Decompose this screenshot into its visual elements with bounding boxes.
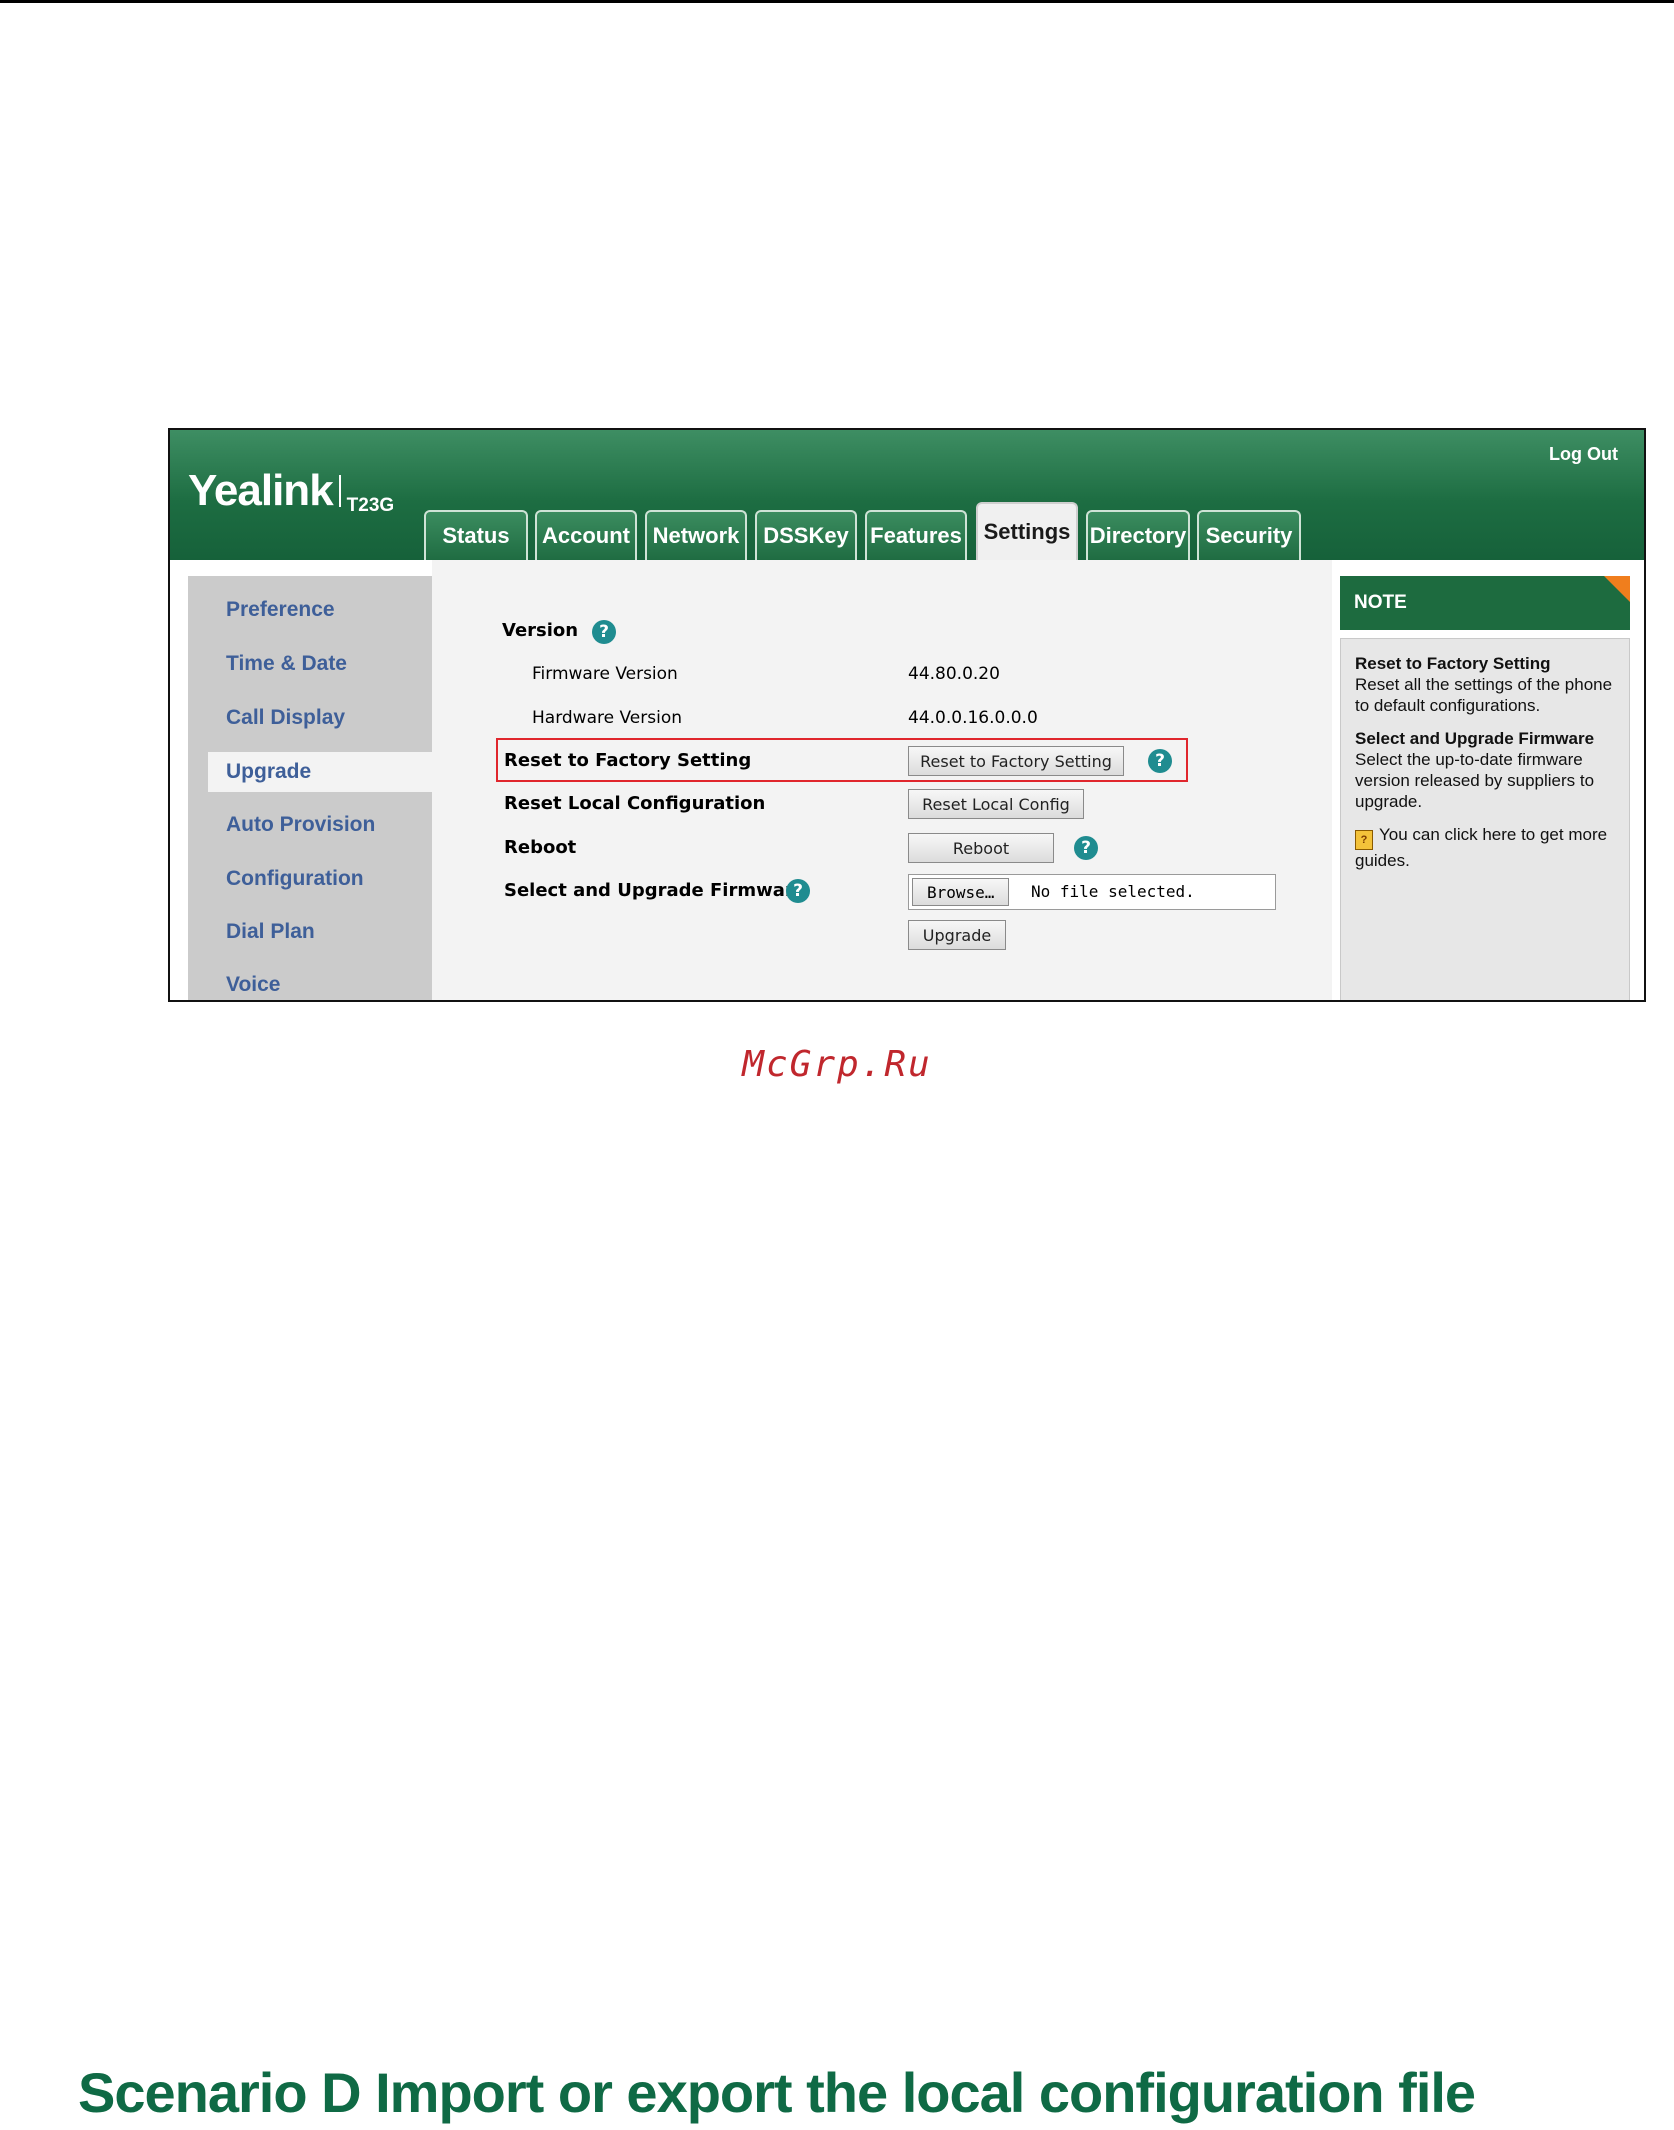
body-area: Preference Time & Date Call Display Upgr…	[170, 560, 1644, 1000]
note-reset-title: Reset to Factory Setting	[1355, 654, 1551, 673]
version-help-icon[interactable]: ?	[592, 620, 616, 644]
note-panel: NOTE Reset to Factory Setting Reset all …	[1340, 576, 1630, 1000]
reset-factory-help-icon[interactable]: ?	[1148, 749, 1172, 773]
guide-book-icon: ?	[1355, 830, 1373, 850]
top-rule	[0, 0, 1674, 3]
sidebar-item-dial-plan[interactable]: Dial Plan	[188, 912, 438, 952]
header-bar: Yealink T23G Log Out Status Account Netwo…	[170, 430, 1644, 560]
sidebar-item-configuration[interactable]: Configuration	[188, 859, 438, 899]
page-heading: Scenario D Import or export the local co…	[78, 2061, 1476, 2124]
logo-text: Yealink	[188, 466, 334, 515]
note-upgrade-title: Select and Upgrade Firmware	[1355, 729, 1595, 748]
yealink-logo: Yealink T23G	[188, 466, 394, 517]
logo-separator	[338, 475, 341, 507]
note-body: Reset to Factory Setting Reset all the s…	[1340, 638, 1630, 1000]
upgrade-button[interactable]: Upgrade	[908, 920, 1006, 950]
note-corner-flag	[1604, 576, 1630, 602]
browse-button[interactable]: Browse…	[912, 878, 1010, 906]
hardware-version-label: Hardware Version	[532, 708, 682, 728]
reset-factory-button[interactable]: Reset to Factory Setting	[908, 746, 1124, 776]
web-ui-screenshot: Yealink T23G Log Out Status Account Netwo…	[168, 428, 1646, 1002]
firmware-version-value: 44.80.0.20	[908, 664, 1000, 684]
upgrade-panel: Version ? Firmware Version 44.80.0.20 Ha…	[432, 560, 1332, 1000]
sidebar-item-preference[interactable]: Preference	[188, 590, 438, 630]
sidebar-item-call-display[interactable]: Call Display	[188, 698, 438, 738]
note-guide-link[interactable]: ? You can click here to get more guides.	[1355, 824, 1615, 871]
tab-security[interactable]: Security	[1197, 510, 1301, 560]
sidebar-item-upgrade[interactable]: Upgrade	[208, 752, 448, 792]
upgrade-firmware-label: Select and Upgrade Firmware	[504, 880, 806, 901]
note-reset-text: Reset all the settings of the phone to d…	[1355, 675, 1613, 715]
reboot-label: Reboot	[504, 837, 577, 858]
tab-network[interactable]: Network	[645, 510, 747, 560]
tab-features[interactable]: Features	[865, 510, 967, 560]
note-guide-text: You can click here to get more guides.	[1355, 825, 1608, 870]
sidebar-item-auto-provision[interactable]: Auto Provision	[188, 805, 438, 845]
upgrade-firmware-help-icon[interactable]: ?	[786, 879, 810, 903]
note-header: NOTE	[1340, 576, 1630, 630]
tab-directory[interactable]: Directory	[1086, 510, 1190, 560]
firmware-file-input[interactable]: Browse… No file selected.	[908, 874, 1276, 910]
tab-status[interactable]: Status	[424, 510, 528, 560]
reset-local-button[interactable]: Reset Local Config	[908, 789, 1084, 819]
reset-factory-label: Reset to Factory Setting	[504, 750, 752, 771]
sidebar-item-time-date[interactable]: Time & Date	[188, 644, 438, 684]
reboot-help-icon[interactable]: ?	[1074, 836, 1098, 860]
sidebar-item-voice[interactable]: Voice	[188, 965, 438, 1000]
no-file-text: No file selected.	[1031, 882, 1195, 901]
watermark: McGrp.Ru	[742, 1044, 932, 1085]
firmware-version-label: Firmware Version	[532, 664, 678, 684]
note-upgrade-text: Select the up-to-date firmware version r…	[1355, 750, 1595, 811]
model-name: T23G	[346, 495, 395, 516]
logout-link[interactable]: Log Out	[1549, 444, 1618, 465]
reboot-button[interactable]: Reboot	[908, 833, 1054, 863]
sidebar: Preference Time & Date Call Display Upgr…	[188, 576, 448, 1000]
version-label: Version	[502, 620, 579, 641]
tab-account[interactable]: Account	[535, 510, 637, 560]
reset-local-label: Reset Local Configuration	[504, 793, 766, 814]
tab-settings[interactable]: Settings	[976, 502, 1078, 560]
tab-dsskey[interactable]: DSSKey	[755, 510, 857, 560]
hardware-version-value: 44.0.0.16.0.0.0	[908, 708, 1038, 728]
